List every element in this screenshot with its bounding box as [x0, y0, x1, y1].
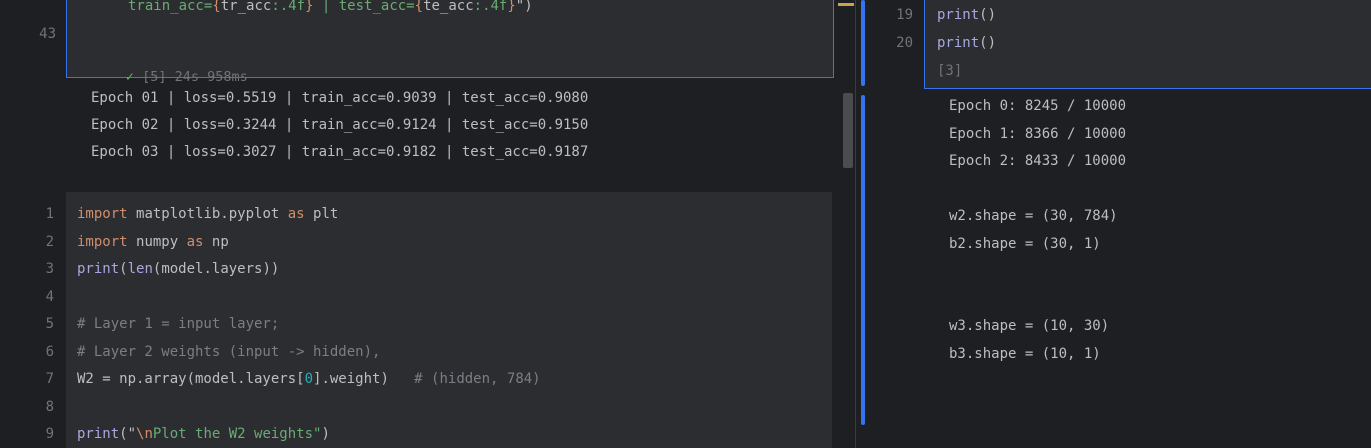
- output-line: b2.shape = (30, 1): [949, 235, 1101, 252]
- code-line[interactable]: W2 = np.array(model.layers[0].weight) # …: [77, 371, 541, 387]
- code-token: import: [77, 233, 137, 250]
- code-token: (): [979, 35, 997, 51]
- code-line[interactable]: import matplotlib.pyplot as plt: [77, 206, 338, 222]
- checkmark-icon: ✓: [125, 69, 134, 85]
- code-token: # Layer 2 weights (input -> hidden),: [77, 343, 381, 360]
- output-line: Epoch 01 | loss=0.5519 | train_acc=0.903…: [91, 90, 589, 106]
- code-token: len: [127, 261, 153, 277]
- pane-divider[interactable]: [855, 0, 856, 448]
- code-token: print: [77, 261, 120, 277]
- line-number: 6: [45, 343, 54, 360]
- line-number: 9: [45, 426, 54, 442]
- code-token: print: [77, 426, 120, 442]
- line-number: 4: [45, 288, 54, 305]
- code-line[interactable]: print(): [937, 7, 996, 23]
- code-token: plt: [313, 206, 339, 222]
- output-line: Epoch 2: 8433 / 10000: [949, 153, 1127, 169]
- code-token: train_acc=: [128, 0, 213, 14]
- code-token: print: [937, 7, 980, 23]
- output-line: Epoch 0: 8245 / 10000: [949, 98, 1127, 114]
- code-token: {: [414, 0, 424, 14]
- code-token: "): [515, 0, 533, 14]
- line-number: 20: [896, 35, 913, 51]
- code-token: matplotlib.pyplot: [136, 206, 288, 222]
- output-line: Epoch 03 | loss=0.3027 | train_acc=0.918…: [91, 144, 589, 160]
- output-selection-bar: [861, 95, 865, 425]
- output-line: w2.shape = (30, 784): [949, 208, 1118, 224]
- output-line: Epoch 02 | loss=0.3244 | train_acc=0.912…: [91, 117, 589, 133]
- line-number: 5: [45, 316, 54, 332]
- code-token: | test_acc=: [313, 0, 415, 14]
- code-token: (model.layers)): [152, 261, 280, 277]
- output-scrollbar[interactable]: [843, 93, 853, 168]
- code-line[interactable]: print(): [937, 35, 996, 51]
- code-token: :.4f: [473, 0, 508, 14]
- execution-info: [5] 24s 958ms: [142, 69, 248, 85]
- scroll-marker: [838, 3, 854, 6]
- code-token: tr_acc: [220, 0, 272, 14]
- line-number: 1: [45, 206, 54, 222]
- code-token: W2 = np.array(model.layers[: [77, 371, 305, 387]
- code-line[interactable]: train_acc={tr_acc:.4f} | test_acc={te_ac…: [128, 0, 533, 14]
- code-token: (: [119, 261, 128, 277]
- line-number: 19: [896, 7, 913, 23]
- line-number: 7: [45, 371, 54, 387]
- code-token: ].weight): [313, 371, 415, 387]
- output-line: b3.shape = (10, 1): [949, 345, 1101, 362]
- code-token: # Layer 1 = input layer;: [77, 316, 280, 332]
- code-token: (": [119, 426, 137, 442]
- code-token: # (hidden, 784): [414, 371, 541, 387]
- code-token: numpy: [136, 233, 187, 250]
- code-token: {: [212, 0, 221, 14]
- code-token: :.4f: [271, 0, 306, 14]
- line-number: 3: [45, 261, 54, 277]
- code-token: ): [321, 426, 330, 442]
- code-token: Plot the W2 weights": [152, 426, 322, 442]
- code-line[interactable]: # Layer 2 weights (input -> hidden),: [77, 344, 380, 360]
- code-token: as: [287, 206, 314, 222]
- execution-info: [3]: [937, 63, 963, 79]
- code-line[interactable]: print(len(model.layers)): [77, 261, 279, 277]
- output-line: Epoch 1: 8366 / 10000: [949, 125, 1127, 142]
- code-token: te_acc: [423, 0, 474, 14]
- cell-selection-bar: [861, 0, 865, 86]
- code-token: \n: [136, 426, 153, 442]
- code-token: as: [186, 233, 212, 250]
- code-line[interactable]: print("\nPlot the W2 weights"): [77, 426, 330, 442]
- code-token: }: [507, 0, 516, 14]
- code-token: import: [77, 206, 137, 222]
- code-token: np: [211, 233, 229, 250]
- code-cell-5[interactable]: train_acc={tr_acc:.4f} | test_acc={te_ac…: [66, 0, 834, 85]
- line-number: 2: [45, 233, 54, 250]
- output-line: w3.shape = (10, 30): [949, 318, 1110, 334]
- code-token: 0: [304, 371, 314, 387]
- code-token: print: [937, 35, 980, 51]
- line-number: 8: [45, 398, 54, 415]
- code-line[interactable]: # Layer 1 = input layer;: [77, 316, 279, 332]
- code-token: (): [979, 7, 997, 23]
- line-number: 43: [39, 26, 56, 42]
- code-line[interactable]: import numpy as np: [77, 234, 229, 250]
